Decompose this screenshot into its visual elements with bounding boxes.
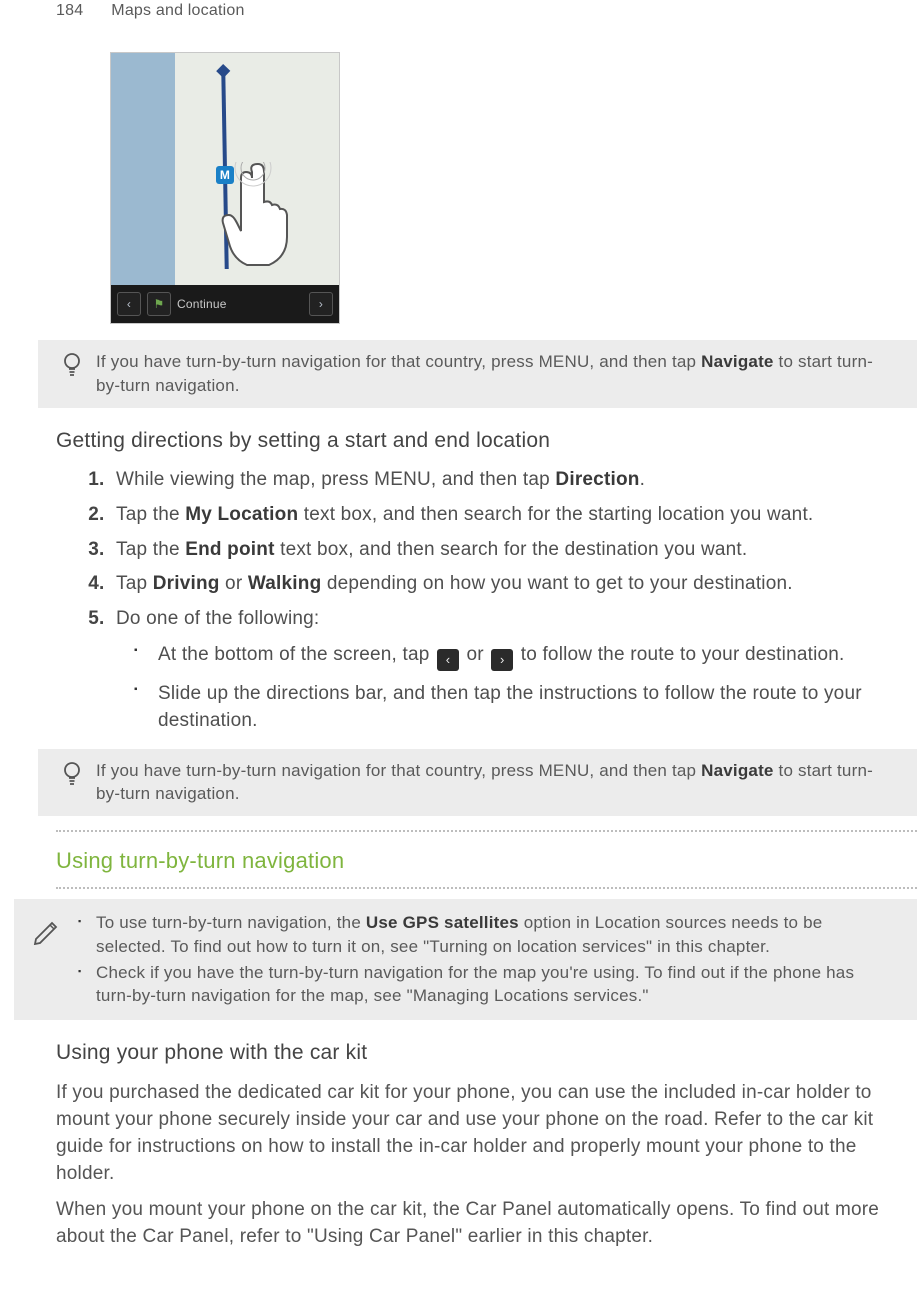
- step-1: While viewing the map, press MENU, and t…: [110, 467, 903, 494]
- step-3: Tap the End point text box, and then sea…: [110, 537, 903, 564]
- figure-container: M ‹ ⚑ Continue ›: [110, 52, 917, 324]
- note-item-1: To use turn-by-turn navigation, the Use …: [78, 911, 893, 959]
- direction-label: Direction: [555, 469, 639, 490]
- figure-bar-text: Continue: [177, 296, 303, 313]
- figure-bottom-bar: ‹ ⚑ Continue ›: [111, 285, 339, 323]
- sub-step-1: At the bottom of the screen, tap ‹ or › …: [156, 642, 903, 671]
- chevron-left-icon: ‹: [437, 649, 459, 671]
- driving-label: Driving: [153, 573, 220, 594]
- use-gps-label: Use GPS satellites: [366, 913, 519, 932]
- step-5: Do one of the following: At the bottom o…: [110, 606, 903, 735]
- tip-box: If you have turn-by-turn navigation for …: [38, 749, 917, 817]
- sub-steps: At the bottom of the screen, tap ‹ or › …: [116, 642, 903, 734]
- tip-navigate-label: Navigate: [701, 352, 773, 371]
- tip-text: If you have turn-by-turn navigation for …: [96, 759, 893, 807]
- my-location-label: My Location: [185, 504, 298, 525]
- tip-text: If you have turn-by-turn navigation for …: [96, 350, 893, 398]
- para-carkit-1: If you purchased the dedicated car kit f…: [56, 1080, 903, 1188]
- note-box: To use turn-by-turn navigation, the Use …: [14, 899, 917, 1020]
- para-carkit-2: When you mount your phone on the car kit…: [56, 1197, 903, 1251]
- chevron-right-icon: ›: [491, 649, 513, 671]
- divider: [56, 830, 917, 832]
- flag-icon: ⚑: [147, 292, 171, 316]
- prev-icon: ‹: [117, 292, 141, 316]
- page-header: 184 Maps and location: [0, 0, 917, 36]
- pencil-icon: [32, 915, 62, 954]
- sub-step-2: Slide up the directions bar, and then ta…: [156, 681, 903, 734]
- steps-list: While viewing the map, press MENU, and t…: [60, 467, 903, 734]
- note-list: To use turn-by-turn navigation, the Use …: [78, 909, 893, 1010]
- tip-navigate-label: Navigate: [701, 761, 773, 780]
- section-heading-directions: Getting directions by setting a start an…: [56, 426, 917, 455]
- lightbulb-icon: [62, 352, 82, 387]
- section-heading-carkit: Using your phone with the car kit: [56, 1038, 917, 1067]
- chapter-title: Maps and location: [111, 0, 244, 22]
- end-point-label: End point: [185, 539, 274, 560]
- walking-label: Walking: [248, 573, 322, 594]
- map-water: [111, 53, 179, 323]
- next-icon: ›: [309, 292, 333, 316]
- tip-text-pre: If you have turn-by-turn navigation for …: [96, 352, 701, 371]
- section-heading-turnbyturn: Using turn-by-turn navigation: [56, 846, 917, 877]
- page-number: 184: [56, 0, 83, 22]
- lightbulb-icon: [62, 761, 82, 796]
- tip-box: If you have turn-by-turn navigation for …: [38, 340, 917, 408]
- map-screenshot: M ‹ ⚑ Continue ›: [110, 52, 340, 324]
- touch-hand-icon: [220, 162, 310, 281]
- step-2: Tap the My Location text box, and then s…: [110, 502, 903, 529]
- step-4: Tap Driving or Walking depending on how …: [110, 571, 903, 598]
- note-item-2: Check if you have the turn-by-turn navig…: [78, 961, 893, 1009]
- divider: [56, 887, 917, 889]
